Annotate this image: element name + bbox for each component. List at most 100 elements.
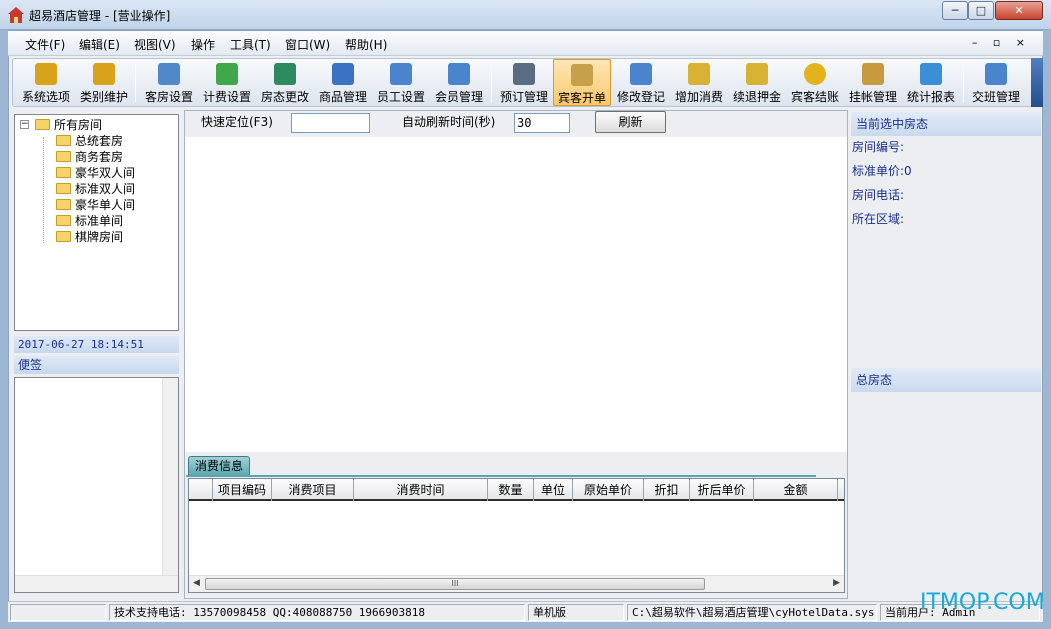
deposit-icon [746,63,768,85]
key-icon [93,63,115,85]
box-icon [571,64,593,86]
toolbar-guest-checkout-button[interactable]: 宾客结账 [787,59,843,106]
toolbar-reservation-management-button[interactable]: 预订管理 [496,59,552,106]
toolbar-staff-settings-button[interactable]: 员工设置 [373,59,429,106]
edit-user-icon [630,63,652,85]
refresh-button[interactable]: 刷新 [595,111,666,133]
standard-price-field: 标准单价:0 [852,164,912,178]
menu-view[interactable]: 视图(V) [134,36,176,53]
tree-node-room-type[interactable]: 商务套房 [56,148,123,164]
folder-icon [56,198,71,210]
tree-node-room-type[interactable]: 标准单间 [56,212,123,228]
menu-tools[interactable]: 工具(T) [230,36,271,53]
grid-horizontal-scrollbar[interactable]: ◀ III ▶ [189,575,844,592]
memo-vertical-scrollbar[interactable] [162,378,178,575]
toolbar-separator [963,64,964,102]
auto-refresh-seconds-input[interactable]: 30 [514,113,570,133]
toolbar-category-maintenance-button[interactable]: 类别维护 [77,59,131,106]
close-button[interactable]: ✕ [995,1,1043,20]
money-icon [216,63,238,85]
toolbar-goods-management-button[interactable]: 商品管理 [315,59,371,106]
column-header-consume-time[interactable]: 消费时间 [354,479,488,501]
toolbar-add-consumption-button[interactable]: 增加消费 [671,59,727,106]
bar-chart-icon [920,63,942,85]
folder-icon [56,134,71,146]
tab-underline [186,475,816,477]
tree-node-room-type[interactable]: 豪华双人间 [56,164,135,180]
shift-icon [985,63,1007,85]
room-phone-field: 房间电话: [852,188,905,202]
maximize-button[interactable]: □ [968,1,994,20]
menu-edit[interactable]: 编辑(E) [79,36,120,53]
folder-icon [56,230,71,242]
toolbar: 系统选项 类别维护 客房设置 计费设置 房态更改 商品管理 员工设置 会员管理 … [12,58,1043,107]
toolbar-room-status-change-button[interactable]: 房态更改 [257,59,313,106]
window-title: 超易酒店管理 - [营业操作] [29,9,171,23]
memo-textarea[interactable] [14,377,179,593]
consumption-grid[interactable]: 项目编码 消费项目 消费时间 数量 单位 原始单价 折扣 折后单价 金额 ◀ I… [188,478,845,593]
room-category-tree: − 所有房间 总统套房 商务套房 豪华双人间 标准双人间 豪华单人间 标准单间 … [14,114,179,331]
app-icon [8,7,24,23]
tree-node-room-type[interactable]: 棋牌房间 [56,228,123,244]
scroll-left-arrow-icon[interactable]: ◀ [193,578,200,588]
tree-connector-line [43,137,44,243]
yen-coin-icon [804,63,826,85]
menu-operation[interactable]: 操作 [191,36,215,53]
toolbar-credit-account-button[interactable]: 挂帐管理 [845,59,901,106]
grid-indicator-column [189,479,213,501]
room-number-field: 房间编号: [852,140,905,154]
quick-locate-input[interactable] [291,113,370,133]
total-room-status-header: 总房态 [851,368,1041,392]
key-icon [35,63,57,85]
toolbar-billing-settings-button[interactable]: 计费设置 [199,59,255,106]
tree-node-all-rooms[interactable]: 所有房间 [35,116,102,132]
scroll-right-arrow-icon[interactable]: ▶ [833,578,840,588]
tab-consumption-info[interactable]: 消费信息 [188,456,250,476]
grid-header: 项目编码 消费项目 消费时间 数量 单位 原始单价 折扣 折后单价 金额 [189,479,844,501]
mdi-window-controls[interactable]: – ▫ × [972,36,1031,49]
menu-window[interactable]: 窗口(W) [285,36,330,53]
memo-horizontal-scrollbar[interactable] [15,575,178,592]
toolbar-modify-registration-button[interactable]: 修改登记 [613,59,669,106]
toolbar-statistics-report-button[interactable]: 统计报表 [903,59,959,106]
toolbar-guest-checkin-button[interactable]: 宾客开单 [553,59,611,106]
staff-icon [390,63,412,85]
room-status-icon [274,63,296,85]
folder-icon [56,182,71,194]
status-data-path: C:\超易软件\超易酒店管理\cyHotelData.sys [627,604,877,621]
stapler-icon [513,63,535,85]
quick-locate-label: 快速定位(F3) [201,115,273,129]
toolbar-overflow-button[interactable] [1031,58,1043,107]
column-header-original-price[interactable]: 原始单价 [573,479,644,501]
auto-refresh-label: 自动刷新时间(秒) [402,115,496,129]
minimize-button[interactable]: ─ [942,1,968,20]
folder-icon [56,150,71,162]
tree-node-room-type[interactable]: 总统套房 [56,132,123,148]
goods-icon [332,63,354,85]
column-header-quantity[interactable]: 数量 [488,479,534,501]
tree-collapse-toggle[interactable]: − [20,120,29,129]
column-header-amount[interactable]: 金额 [754,479,838,501]
tree-node-room-type[interactable]: 标准双人间 [56,180,135,196]
tree-node-room-type[interactable]: 豪华单人间 [56,196,135,212]
column-header-item-code[interactable]: 项目编码 [213,479,272,501]
menu-file[interactable]: 文件(F) [25,36,65,53]
toolbar-system-options-button[interactable]: 系统选项 [19,59,73,106]
toolbar-room-settings-button[interactable]: 客房设置 [141,59,197,106]
status-edition: 单机版 [528,604,624,621]
folder-icon [56,166,71,178]
building-icon [158,63,180,85]
toolbar-deposit-button[interactable]: 续退押金 [729,59,785,106]
column-header-discount[interactable]: 折扣 [644,479,690,501]
column-header-consume-item[interactable]: 消费项目 [272,479,354,501]
toolbar-member-management-button[interactable]: 会员管理 [431,59,487,106]
status-support-contact: 技术支持电话: 13570098458 QQ:408088750 1966903… [109,604,525,621]
menu-bar: 文件(F) 编辑(E) 视图(V) 操作 工具(T) 窗口(W) 帮助(H) –… [8,31,1043,56]
money-bag-icon [862,63,884,85]
column-header-discounted-price[interactable]: 折后单价 [690,479,754,501]
toolbar-shift-handover-button[interactable]: 交班管理 [968,59,1024,106]
column-header-unit[interactable]: 单位 [534,479,573,501]
grid-scroll-thumb[interactable]: III [205,578,705,590]
status-bar: 技术支持电话: 13570098458 QQ:408088750 1966903… [8,601,1043,622]
menu-help[interactable]: 帮助(H) [345,36,387,53]
